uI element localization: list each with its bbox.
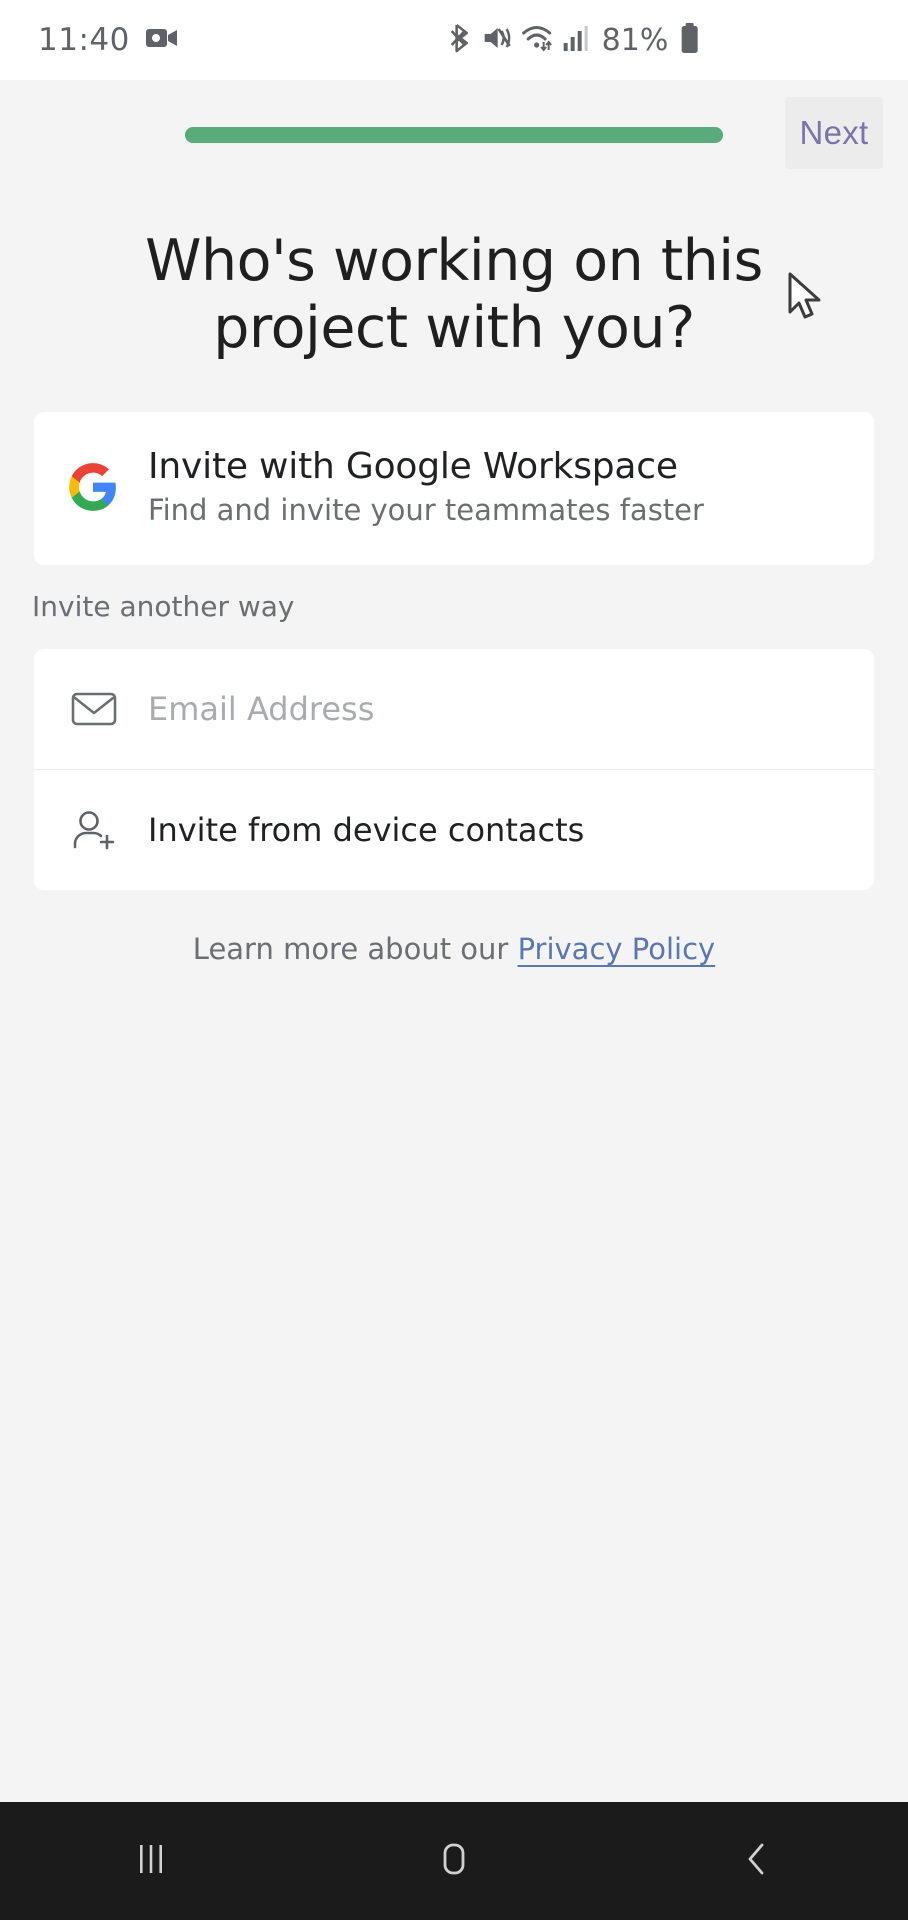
privacy-policy-link[interactable]: Privacy Policy xyxy=(518,932,716,966)
privacy-note: Learn more about our Privacy Policy xyxy=(0,932,908,966)
main-content: Next Who's working on this project with … xyxy=(0,80,908,1802)
invite-with-google-workspace-card[interactable]: Invite with Google Workspace Find and in… xyxy=(34,412,874,566)
back-button[interactable] xyxy=(697,1802,817,1920)
battery-percent-label: 81% xyxy=(601,22,669,58)
back-icon xyxy=(739,1839,775,1883)
next-button[interactable]: Next xyxy=(785,97,883,169)
cellular-signal-icon xyxy=(563,24,589,56)
wifi-icon xyxy=(522,24,554,56)
progress-fill xyxy=(185,127,723,143)
mute-vibrate-icon xyxy=(483,24,513,56)
invite-from-device-contacts-label: Invite from device contacts xyxy=(148,811,585,850)
invite-from-device-contacts-row[interactable]: Invite from device contacts xyxy=(34,770,874,890)
android-nav-bar xyxy=(0,1802,908,1920)
google-g-logo-icon xyxy=(66,461,120,513)
invite-another-way-label: Invite another way xyxy=(32,590,295,624)
envelope-icon xyxy=(66,691,122,727)
battery-icon xyxy=(679,22,699,58)
invite-options-card: Invite from device contacts xyxy=(34,649,874,891)
status-bar: 11:40 81% xyxy=(0,0,908,80)
person-add-icon xyxy=(66,809,122,851)
google-workspace-title: Invite with Google Workspace xyxy=(148,446,678,488)
status-bar-left: 11:40 xyxy=(38,22,178,58)
privacy-note-text: Learn more about our xyxy=(192,932,509,967)
recent-apps-icon xyxy=(133,1839,169,1883)
video-camera-icon xyxy=(145,26,178,54)
phone-screen: 11:40 81% Next Who's working on this pro… xyxy=(0,0,908,1920)
google-workspace-subtitle: Find and invite your teammates faster xyxy=(148,493,704,528)
status-time: 11:40 xyxy=(38,22,130,58)
next-button-label: Next xyxy=(799,114,869,151)
progress-header: Next xyxy=(0,80,908,190)
page-title: Who's working on this project with you? xyxy=(145,228,763,361)
google-workspace-text: Invite with Google Workspace Find and in… xyxy=(148,446,704,527)
home-icon xyxy=(436,1839,472,1883)
recent-apps-button[interactable] xyxy=(91,1802,211,1920)
bluetooth-icon xyxy=(449,23,474,57)
home-button[interactable] xyxy=(394,1802,514,1920)
email-input[interactable] xyxy=(148,690,708,729)
onboarding-progress-bar xyxy=(185,127,723,143)
status-bar-right: 81% xyxy=(449,22,700,58)
email-address-row[interactable] xyxy=(34,649,874,769)
